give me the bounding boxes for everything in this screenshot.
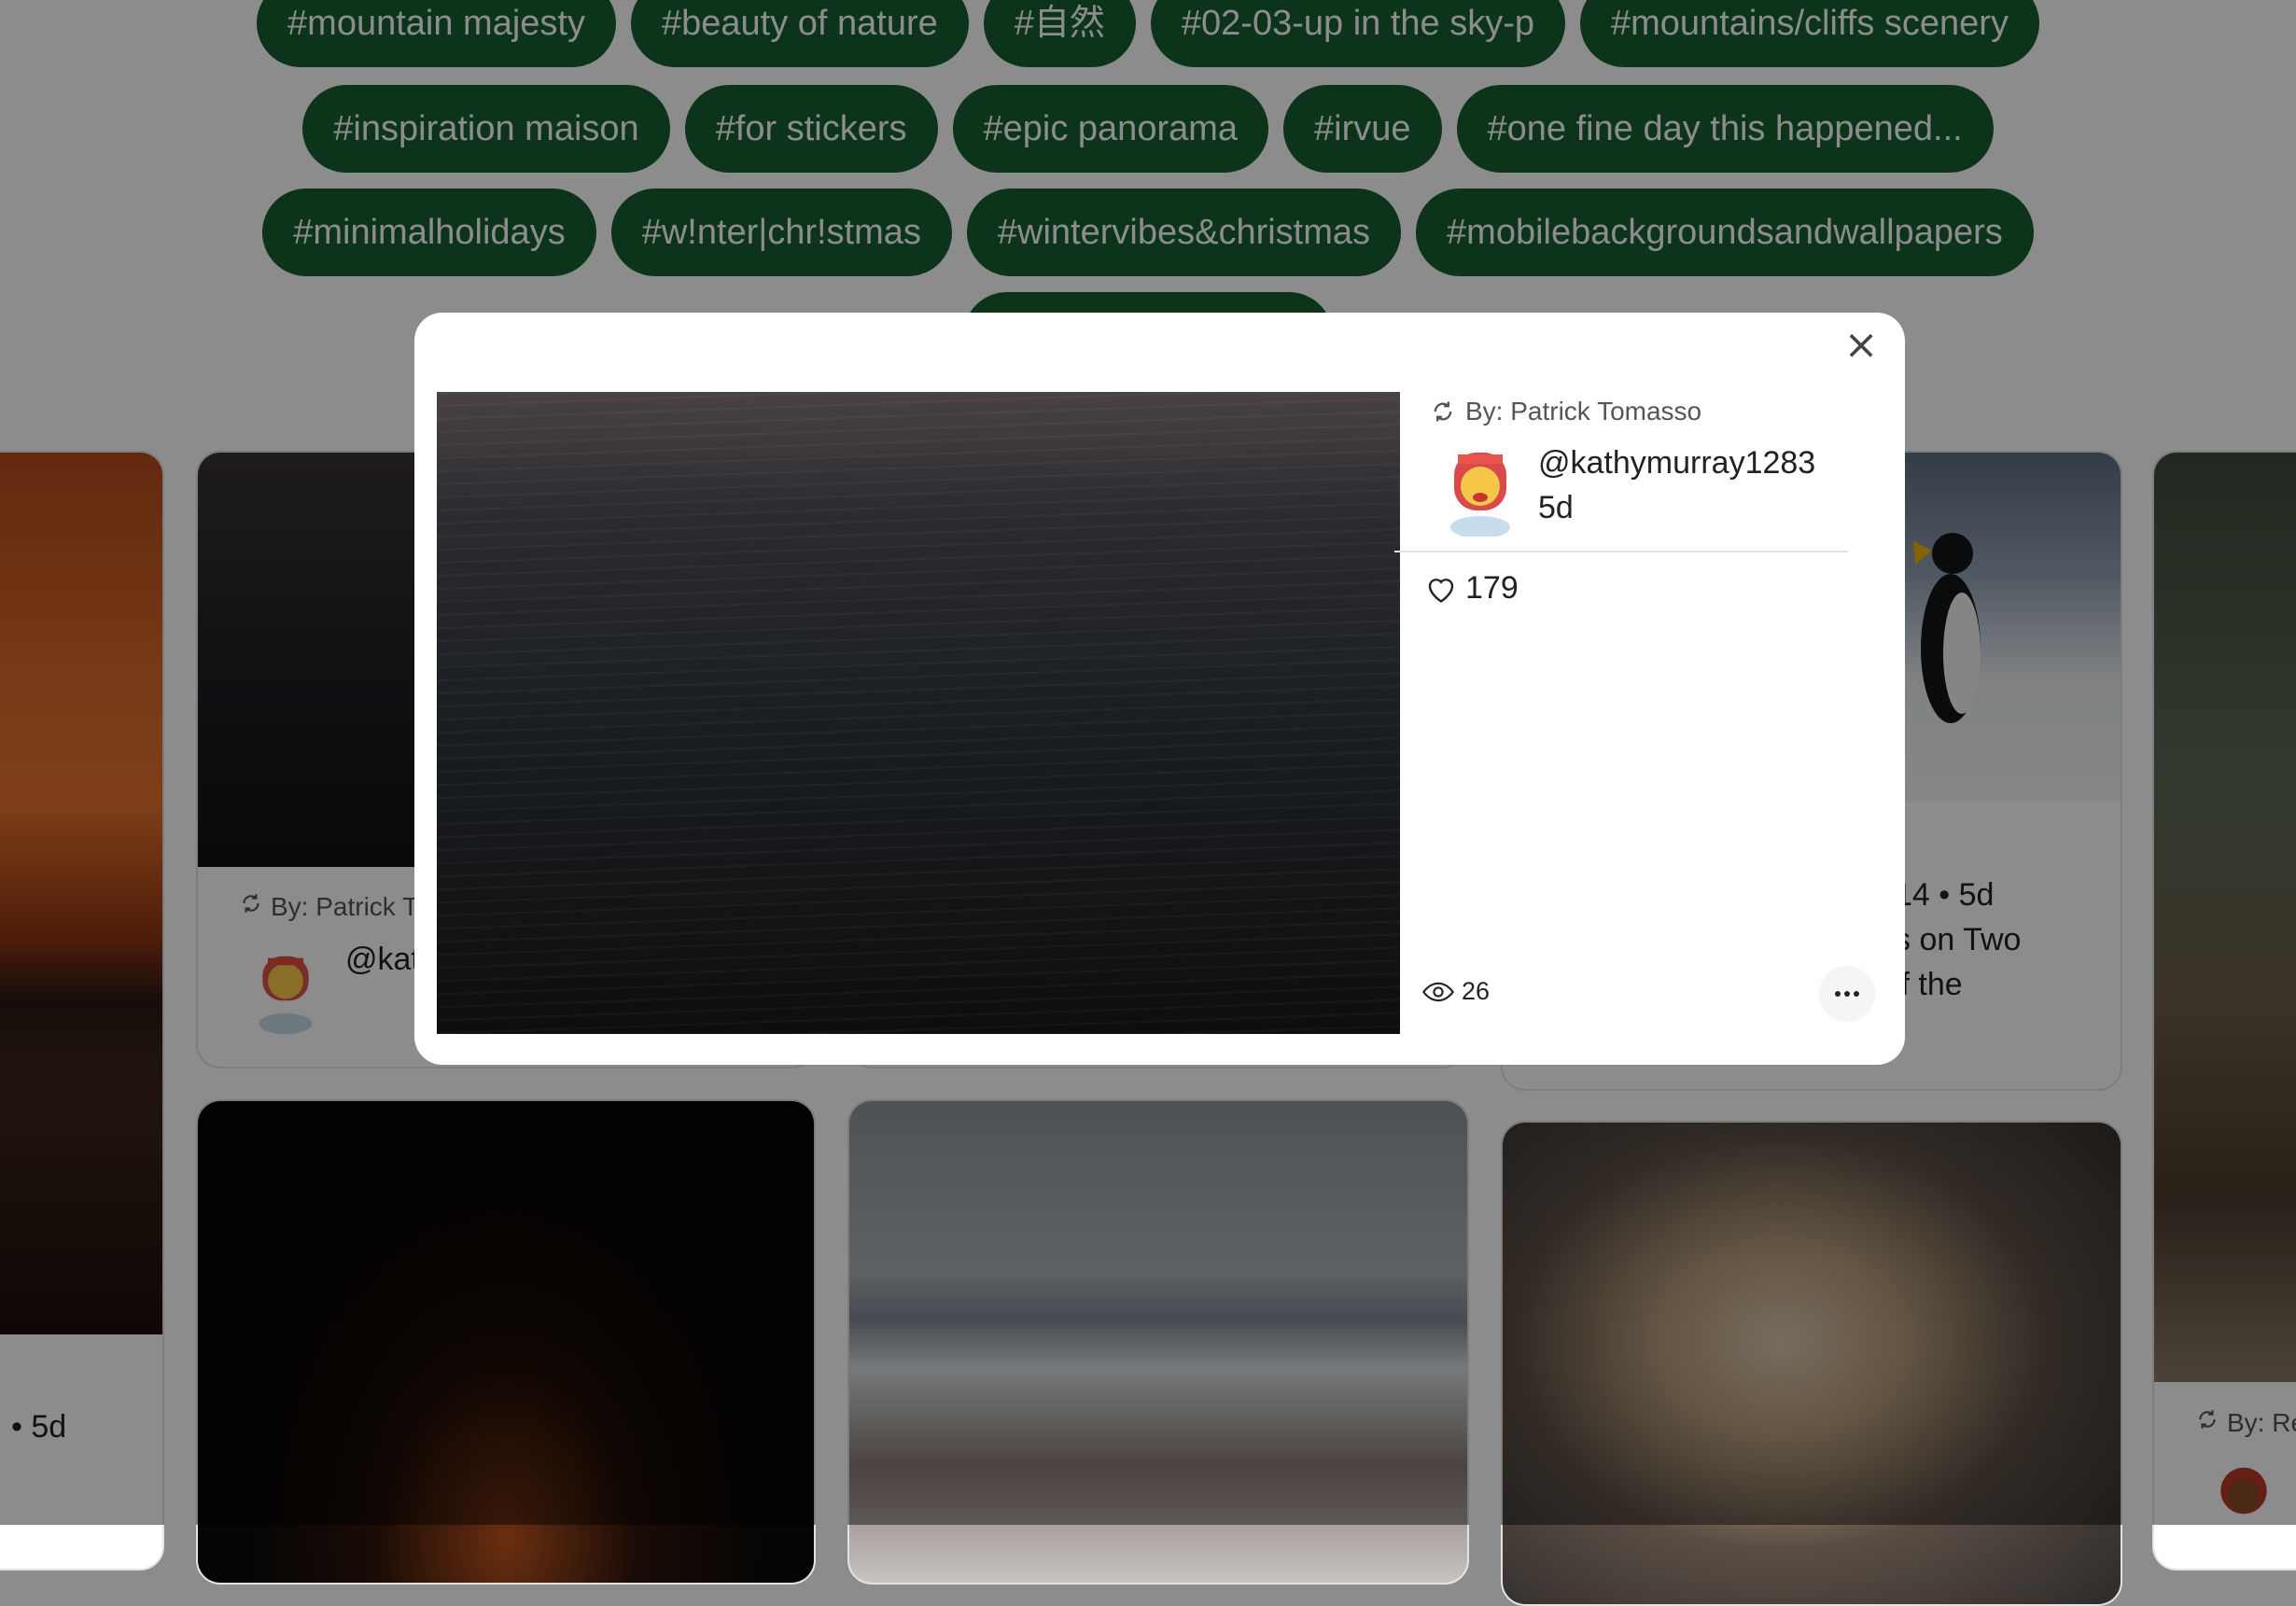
repost-icon bbox=[1430, 398, 1456, 425]
heart-icon bbox=[1428, 578, 1454, 603]
close-icon: × bbox=[1843, 321, 1879, 369]
divider bbox=[1394, 551, 1848, 552]
like-button[interactable]: 179 bbox=[1424, 570, 1519, 607]
user-handle[interactable]: @kathymurray1283 bbox=[1538, 445, 1815, 482]
close-button[interactable]: × bbox=[1838, 322, 1884, 369]
post-modal: × By: Patrick Tomasso @kathymurray1283 5… bbox=[414, 313, 1905, 1065]
post-by-line: By: Patrick Tomasso bbox=[1430, 397, 1701, 426]
more-options-button[interactable] bbox=[1819, 966, 1875, 1022]
like-count: 179 bbox=[1465, 570, 1519, 606]
water-texture bbox=[437, 392, 1400, 1034]
post-by-label: By: Patrick Tomasso bbox=[1465, 397, 1702, 426]
post-age: 5d bbox=[1538, 490, 1574, 525]
view-count: 26 bbox=[1462, 977, 1491, 1005]
post-photo[interactable] bbox=[437, 392, 1400, 1034]
view-count-group: 26 bbox=[1422, 977, 1490, 1006]
more-icon bbox=[1835, 991, 1859, 997]
avatar[interactable] bbox=[1441, 443, 1519, 537]
eye-icon bbox=[1422, 982, 1454, 1001]
